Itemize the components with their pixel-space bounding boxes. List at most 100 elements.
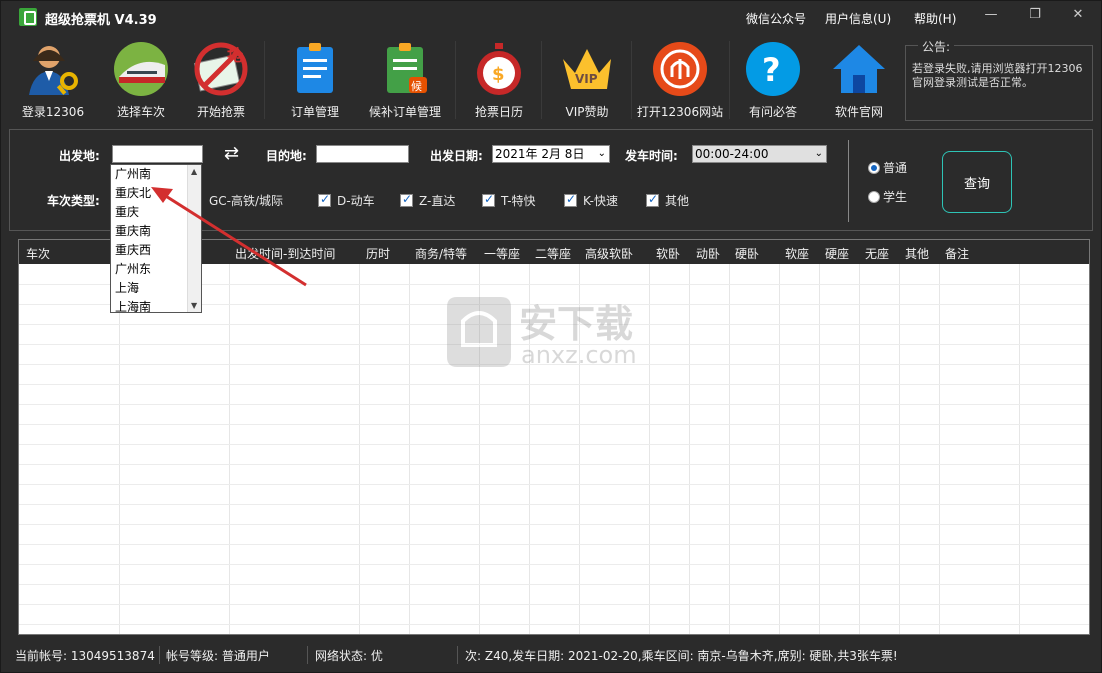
col-bullet-sleeper[interactable]: 动卧 — [696, 245, 720, 262]
vip-crown-icon: VIP — [559, 41, 615, 97]
status-account: 当前帐号: 13049513874 — [15, 649, 155, 663]
svg-text:候: 候 — [411, 79, 422, 93]
status-network: 网络状态: 优 — [315, 649, 383, 663]
search-button[interactable]: 查询 — [942, 151, 1012, 213]
toolbar-faq[interactable]: ? 有问必答 — [741, 35, 805, 123]
home-icon — [831, 41, 887, 97]
scroll-down-icon[interactable]: ▼ — [191, 301, 197, 310]
toolbar-select-train[interactable]: 选择车次 — [109, 35, 173, 123]
col-remark[interactable]: 备注 — [945, 245, 969, 262]
toolbar-label: 软件官网 — [834, 105, 883, 119]
radio-dot[interactable] — [868, 161, 880, 174]
close-icon[interactable]: ✕ — [1064, 7, 1092, 27]
scroll-up-icon[interactable]: ▲ — [191, 167, 197, 176]
watermark-cn: 安下载 — [519, 302, 634, 346]
radio-student[interactable]: 学生 — [868, 188, 907, 205]
toolbar-label: 开始抢票 — [196, 105, 245, 119]
svg-text:VIP: VIP — [575, 72, 598, 86]
to-station-input[interactable] — [316, 145, 409, 163]
minimize-icon[interactable]: — — [977, 7, 1005, 27]
train-type-label: 车次类型: — [47, 194, 100, 208]
title-bar: 超级抢票机 V4.39 微信公众号 用户信息(U) 帮助(H) — ❐ ✕ — [1, 1, 1101, 33]
check-icon[interactable] — [482, 192, 495, 207]
col-soft-sleeper[interactable]: 软卧 — [656, 245, 680, 262]
toolbar-calendar[interactable]: $ 抢票日历 — [463, 35, 535, 123]
svg-text:?: ? — [762, 51, 781, 89]
toolbar-login[interactable]: 登录12306 — [21, 35, 85, 123]
col-business[interactable]: 商务/特等 — [415, 245, 467, 262]
col-train[interactable]: 车次 — [26, 245, 50, 262]
chevron-down-icon[interactable]: ⌄ — [598, 146, 606, 162]
checkbox-label: T-特快 — [501, 194, 536, 208]
status-bar: 当前帐号: 13049513874 帐号等级: 普通用户 网络状态: 优 次: … — [1, 644, 1101, 672]
question-icon: ? — [745, 41, 801, 97]
toolbar-label: 有问必答 — [748, 105, 797, 119]
menu-help[interactable]: 帮助(H) — [914, 10, 956, 27]
radio-dot[interactable] — [868, 190, 880, 203]
station-option[interactable]: 重庆 — [115, 203, 139, 222]
col-soft-seat[interactable]: 软座 — [785, 245, 809, 262]
col-hard-sleeper[interactable]: 硬卧 — [735, 245, 759, 262]
waitlist-document-icon: 候 — [377, 41, 433, 97]
col-other[interactable]: 其他 — [905, 245, 929, 262]
restore-icon[interactable]: ❐ — [1021, 7, 1049, 27]
from-label: 出发地: — [59, 149, 100, 163]
toolbar-label: 打开12306网站 — [636, 105, 724, 119]
menu-wechat[interactable]: 微信公众号 — [746, 10, 806, 27]
check-icon[interactable] — [564, 192, 577, 207]
watermark: 安下载 anxz.com — [441, 291, 661, 381]
toolbar-start-grab[interactable]: 抢 开始抢票 — [189, 35, 253, 123]
checkbox-label: 其他 — [665, 194, 690, 208]
checkbox-other[interactable]: 其他 — [646, 192, 689, 209]
status-message: 次: Z40,发车日期: 2021-02-20,乘车区间: 南京-乌鲁木齐,席别… — [465, 649, 898, 663]
watermark-en: anxz.com — [521, 341, 637, 369]
toolbar-open-12306[interactable]: 打开12306网站 — [637, 35, 723, 123]
app-title: 超级抢票机 V4.39 — [45, 13, 157, 28]
time-label: 发车时间: — [625, 149, 678, 163]
menu-user-info[interactable]: 用户信息(U) — [825, 10, 891, 27]
check-icon[interactable] — [646, 192, 659, 207]
railway-logo-icon — [652, 41, 708, 97]
col-second[interactable]: 二等座 — [535, 245, 571, 262]
time-select[interactable]: 00:00-24:00 ⌄ — [692, 145, 827, 163]
grab-ticket-icon: 抢 — [193, 41, 249, 97]
radio-normal[interactable]: 普通 — [868, 159, 907, 176]
toolbar-orders[interactable]: 订单管理 — [283, 35, 347, 123]
toolbar-label: 登录12306 — [21, 105, 85, 119]
station-option[interactable]: 上海南 — [115, 298, 151, 312]
checkbox-d[interactable]: D-动车 — [318, 192, 375, 209]
chevron-down-icon[interactable]: ⌄ — [815, 146, 823, 162]
status-level: 帐号等级: 普通用户 — [166, 649, 270, 663]
from-station-input[interactable] — [112, 145, 203, 163]
toolbar-label: 选择车次 — [116, 105, 165, 119]
toolbar-website[interactable]: 软件官网 — [827, 35, 891, 123]
toolbar-vip[interactable]: VIP VIP赞助 — [555, 35, 619, 123]
notice-title: 公告: — [918, 38, 955, 55]
date-picker[interactable]: 2021年 2月 8日 ⌄ — [492, 145, 610, 163]
svg-text:$: $ — [492, 64, 505, 85]
col-hard-seat[interactable]: 硬座 — [825, 245, 849, 262]
checkbox-k[interactable]: K-快速 — [564, 192, 618, 209]
notice-body: 若登录失败,请用浏览器打开12306官网登录测试是否正常。 — [912, 62, 1083, 89]
col-first[interactable]: 一等座 — [484, 245, 520, 262]
radio-label: 学生 — [883, 190, 908, 204]
col-duration[interactable]: 历时 — [366, 245, 390, 262]
checkbox-t[interactable]: T-特快 — [482, 192, 536, 209]
order-document-icon — [287, 41, 343, 97]
swap-arrows-icon[interactable]: ⇄ — [224, 143, 239, 164]
toolbar-waitlist[interactable]: 候 候补订单管理 — [363, 35, 447, 123]
col-deluxe-sleeper[interactable]: 高级软卧 — [585, 245, 633, 262]
checkbox-label: Z-直达 — [419, 194, 456, 208]
col-no-seat[interactable]: 无座 — [865, 245, 889, 262]
check-icon[interactable] — [400, 192, 413, 207]
stopwatch-icon: $ — [471, 41, 527, 97]
date-value: 2021年 2月 8日 — [495, 147, 585, 161]
toolbar-label: 订单管理 — [290, 105, 339, 119]
annotation-arrow-icon — [151, 187, 307, 287]
station-option[interactable]: 上海 — [115, 279, 139, 298]
toolbar: 登录12306 选择车次 抢 开始抢票 订单管理 候 候补订单管理 $ 抢票日历… — [9, 35, 1095, 123]
checkbox-z[interactable]: Z-直达 — [400, 192, 455, 209]
checkbox-label: K-快速 — [583, 194, 618, 208]
app-logo-icon — [19, 8, 37, 26]
toolbar-label: 候补订单管理 — [368, 105, 441, 119]
